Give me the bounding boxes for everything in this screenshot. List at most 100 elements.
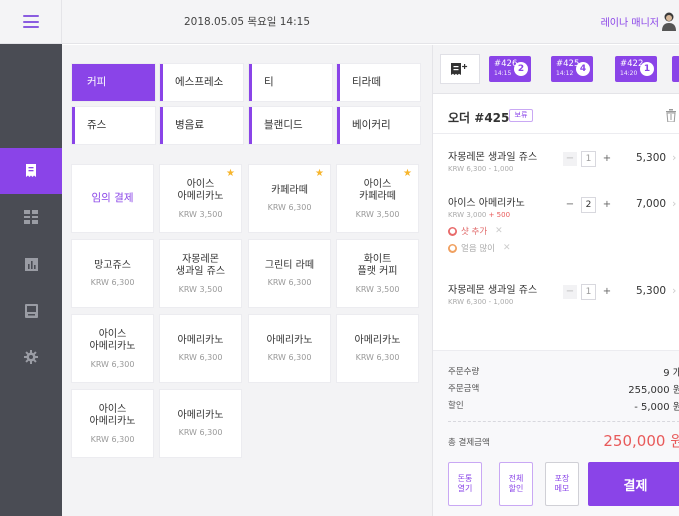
product-price: KRW 6,300	[90, 278, 135, 288]
product-name: 아메리카노	[354, 334, 401, 346]
product-price: KRW 6,300	[267, 353, 312, 363]
category-tab-coffee[interactable]: 커피	[72, 64, 155, 101]
quantity-stepper: − 1 +	[563, 284, 620, 300]
order-tab-422[interactable]: #422 14:20 1	[615, 56, 657, 82]
product-name: 망고쥬스	[94, 259, 131, 271]
category-tab-tea[interactable]: 티	[249, 64, 332, 101]
product-name: 아이스 아메리카노	[89, 328, 136, 353]
order-tab-426[interactable]: #426 14:15 2	[489, 56, 531, 82]
total-label: 총 결제금액	[448, 438, 490, 448]
product-tile[interactable]: 화이트 플랫 커피 KRW 3,500	[337, 240, 418, 307]
product-tile[interactable]: ★ 아이스 카페라떼 KRW 3,500	[337, 165, 418, 232]
increase-button[interactable]: +	[600, 285, 614, 299]
product-price: KRW 3,500	[178, 209, 223, 219]
inbox-icon	[24, 304, 38, 318]
chevron-right-icon[interactable]: ›	[672, 284, 676, 297]
product-name: 임의 결제	[91, 192, 134, 205]
divider	[433, 133, 679, 134]
new-receipt-icon	[451, 63, 468, 75]
star-icon: ★	[315, 168, 324, 179]
sidebar-item-tables[interactable]	[0, 194, 62, 240]
product-name: 아메리카노	[177, 334, 224, 346]
decrease-button[interactable]: −	[563, 152, 577, 166]
category-tab-espresso[interactable]: 에스프레소	[160, 64, 243, 101]
product-name: 아메리카노	[266, 334, 313, 346]
product-price: KRW 3,500	[178, 284, 223, 294]
remove-option-icon[interactable]: ✕	[503, 243, 511, 253]
order-item[interactable]: 아이스 아메리카노 KRW 3,000 + 500 − 2 + 7,000 › …	[448, 194, 679, 254]
total-value: 250,000 원	[603, 432, 679, 450]
product-price: KRW 6,300	[267, 203, 312, 213]
hold-button[interactable]: 보류	[509, 109, 533, 122]
product-tile[interactable]: 아이스 아메리카노 KRW 6,300	[72, 315, 153, 382]
increase-button[interactable]: +	[600, 198, 614, 212]
trash-icon[interactable]	[665, 109, 677, 122]
product-name: 아이스 아메리카노	[177, 178, 224, 203]
star-icon: ★	[226, 168, 235, 179]
top-bar: 2018.05.05 목요일 14:15 레이나 매니저	[62, 0, 679, 44]
product-tile[interactable]: ★ 카페라떼 KRW 6,300	[249, 165, 330, 232]
takeout-memo-button[interactable]: 포장 메모	[545, 462, 579, 506]
star-icon: ★	[403, 168, 412, 179]
chevron-right-icon[interactable]: ›	[672, 197, 676, 210]
order-item[interactable]: 자몽레몬 생과일 쥬스 KRW 6,300 - 1,000 − 1 + 5,30…	[448, 281, 679, 306]
category-tab-bottled[interactable]: 병음료	[160, 107, 243, 144]
receipt-icon	[26, 164, 36, 177]
remove-option-icon[interactable]: ✕	[495, 226, 503, 236]
increase-button[interactable]: +	[600, 152, 614, 166]
product-price: KRW 6,300	[355, 353, 400, 363]
avatar[interactable]	[662, 11, 676, 31]
open-cash-drawer-button[interactable]: 돈통 열기	[448, 462, 482, 506]
category-tab-bakery[interactable]: 베이커리	[337, 107, 420, 144]
product-price: KRW 6,300	[178, 353, 223, 363]
order-tab-overflow[interactable]	[672, 56, 679, 82]
product-tile[interactable]: 아메리카노 KRW 6,300	[249, 315, 330, 382]
product-name: 화이트 플랫 커피	[357, 253, 398, 278]
sidebar-item-stats[interactable]	[0, 241, 62, 287]
decrease-button[interactable]: −	[563, 198, 577, 212]
sidebar	[0, 0, 62, 516]
new-order-button[interactable]	[440, 54, 480, 84]
table-layout-icon	[24, 210, 38, 224]
category-tab-tea-latte[interactable]: 티라떼	[337, 64, 420, 101]
product-name: 아메리카노	[177, 409, 224, 421]
decrease-button[interactable]: −	[563, 285, 577, 299]
option-row: ● 얼음 많이 ✕	[448, 242, 679, 254]
product-tile[interactable]: 아메리카노 KRW 6,300	[160, 315, 241, 382]
product-tile[interactable]: 아메리카노 KRW 6,300	[337, 315, 418, 382]
order-tab-time: 14:15	[494, 70, 512, 77]
base-price: KRW 3,000	[448, 211, 487, 219]
gear-icon	[24, 350, 38, 364]
full-discount-button[interactable]: 전체 할인	[499, 462, 533, 506]
order-tab-425[interactable]: #425 14:12 4	[551, 56, 593, 82]
chevron-right-icon[interactable]: ›	[672, 151, 676, 164]
hamburger-menu-icon[interactable]	[23, 15, 39, 28]
custom-payment-tile[interactable]: 임의 결제	[72, 165, 153, 232]
sidebar-item-orders[interactable]	[0, 148, 62, 194]
product-tile[interactable]: 망고쥬스 KRW 6,300	[72, 240, 153, 307]
quantity-value: 2	[581, 197, 596, 213]
order-item[interactable]: 자몽레몬 생과일 쥬스 KRW 6,300 - 1,000 − 1 + 5,30…	[448, 148, 679, 173]
sidebar-item-settings[interactable]	[0, 334, 62, 380]
product-price: KRW 3,500	[355, 284, 400, 294]
category-tab-blended[interactable]: 블랜디드	[249, 107, 332, 144]
product-tile[interactable]: ★ 아이스 아메리카노 KRW 3,500	[160, 165, 241, 232]
category-tab-juice[interactable]: 쥬스	[72, 107, 155, 144]
sidebar-item-inbox[interactable]	[0, 288, 62, 334]
divider	[448, 421, 679, 422]
order-amount-value: 255,000 원	[628, 385, 679, 396]
product-tile[interactable]: 아메리카노 KRW 6,300	[160, 390, 241, 457]
order-tab-count-badge: 2	[514, 62, 528, 76]
order-item-amount: 5,300	[636, 285, 667, 297]
product-tile[interactable]: 그린티 라떼 KRW 6,300	[249, 240, 330, 307]
product-price: KRW 6,300	[267, 278, 312, 288]
product-name: 자몽레몬 생과일 쥬스	[175, 253, 226, 278]
manager-name[interactable]: 레이나 매니저	[601, 14, 659, 29]
product-tile[interactable]: 아이스 아메리카노 KRW 6,300	[72, 390, 153, 457]
product-tile[interactable]: 자몽레몬 생과일 쥬스 KRW 3,500	[160, 240, 241, 307]
option-label: 샷 추가	[461, 227, 488, 237]
product-name: 아이스 아메리카노	[89, 403, 136, 428]
pay-button[interactable]: 결제	[588, 462, 679, 506]
order-tab-time: 14:12	[556, 70, 574, 77]
order-tab-count-badge: 4	[576, 62, 590, 76]
